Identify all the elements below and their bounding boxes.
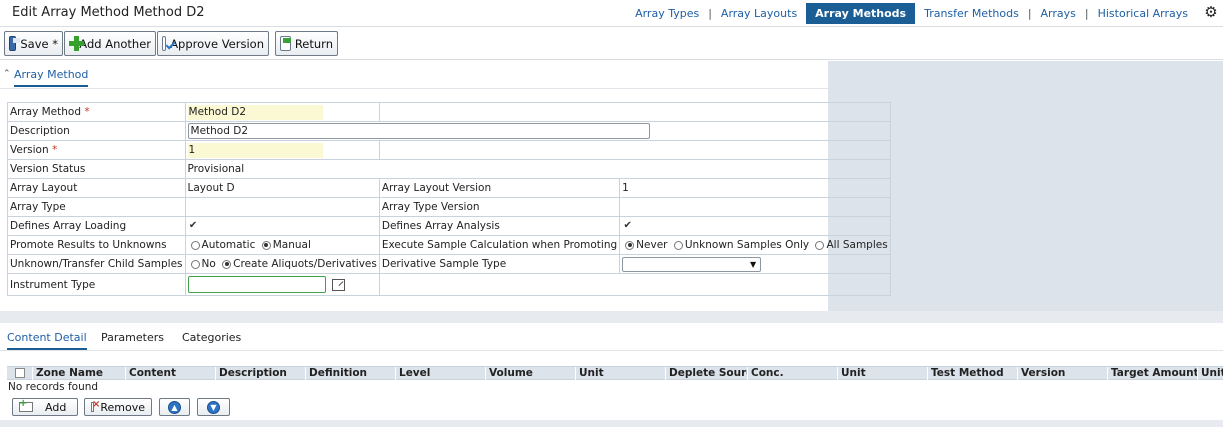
- section-header: ⌃ Array Method: [0, 61, 828, 89]
- col-zone-name[interactable]: Zone Name: [32, 367, 125, 380]
- col-volume[interactable]: Volume: [485, 367, 575, 380]
- collapse-icon[interactable]: ⌃: [3, 69, 11, 79]
- popout-icon[interactable]: [331, 278, 345, 291]
- derivative-type-select[interactable]: ▼: [622, 256, 762, 272]
- child-samples-label: Unknown/Transfer Child Samples: [7, 254, 186, 274]
- col-target-amount[interactable]: Target Amount: [1107, 367, 1197, 380]
- add-row-button[interactable]: Add: [12, 398, 78, 416]
- top-navigation: Array Types | Array Layouts Array Method…: [626, 3, 1197, 24]
- add-another-button[interactable]: Add Another: [64, 31, 156, 56]
- col-test-method[interactable]: Test Method: [927, 367, 1017, 380]
- nav-array-types[interactable]: Array Types: [626, 3, 708, 24]
- child-create-radio[interactable]: [222, 259, 232, 269]
- version-status-value: Provisional: [184, 159, 891, 179]
- array-layout-version-label: Array Layout Version: [378, 178, 621, 198]
- defines-loading-label: Defines Array Loading: [7, 216, 186, 236]
- page-title: Edit Array Method Method D2: [12, 5, 205, 20]
- tab-parameters[interactable]: Parameters: [101, 331, 164, 344]
- exec-never-radio[interactable]: [625, 240, 635, 250]
- plus-icon: [69, 36, 85, 51]
- exec-all-radio[interactable]: [815, 240, 825, 250]
- col-description[interactable]: Description: [215, 367, 305, 380]
- defines-analysis-checkbox[interactable]: ✔: [622, 220, 633, 232]
- version-status-label: Version Status: [7, 159, 186, 179]
- version-input[interactable]: 1: [187, 142, 323, 158]
- col-target-unit[interactable]: Unit: [1197, 367, 1223, 380]
- lower-tabs: Content Detail Parameters Categories: [0, 323, 1223, 351]
- tab-categories[interactable]: Categories: [182, 331, 241, 344]
- tab-content-detail[interactable]: Content Detail: [7, 331, 87, 350]
- exec-calc-label: Execute Sample Calculation when Promotin…: [378, 235, 621, 255]
- defines-loading-checkbox[interactable]: ✔: [188, 220, 199, 232]
- array-layout-label: Array Layout: [7, 178, 186, 198]
- grid-header: Zone Name Content Description Definition…: [7, 366, 1223, 380]
- array-method-label: Array Method *: [7, 102, 186, 122]
- nav-historical-arrays[interactable]: Historical Arrays: [1089, 3, 1197, 24]
- instrument-type-label: Instrument Type: [7, 273, 186, 296]
- toolbar: Save * Add Another Approve Version Retur…: [0, 27, 1223, 60]
- return-button[interactable]: Return: [275, 31, 338, 56]
- array-layout-value: Layout D: [184, 178, 380, 198]
- array-method-form: Array Method * Method D2 Description Met…: [7, 102, 891, 296]
- col-level[interactable]: Level: [395, 367, 485, 380]
- dropdown-arrow-icon: ▼: [750, 259, 757, 269]
- promote-automatic-radio[interactable]: [190, 240, 200, 250]
- derivative-type-label: Derivative Sample Type: [378, 254, 621, 274]
- col-content[interactable]: Content: [125, 367, 215, 380]
- save-icon: [9, 36, 21, 51]
- bottom-band: [0, 420, 1223, 427]
- add-row-icon: [19, 398, 33, 412]
- nav-array-methods[interactable]: Array Methods: [806, 3, 916, 24]
- col-unit[interactable]: Unit: [575, 367, 665, 380]
- exec-unknown-radio[interactable]: [673, 240, 683, 250]
- col-deplete-source[interactable]: Deplete Source: [665, 367, 747, 380]
- instrument-type-input[interactable]: [187, 276, 326, 293]
- approve-version-button[interactable]: Approve Version: [157, 31, 269, 56]
- array-method-input[interactable]: Method D2: [187, 104, 323, 120]
- divider-band: [0, 311, 1223, 323]
- gear-icon[interactable]: ⚙: [1203, 4, 1219, 20]
- array-layout-version-value: 1: [619, 178, 891, 198]
- move-up-button[interactable]: ▲: [159, 398, 190, 416]
- return-icon: [280, 36, 291, 51]
- defines-analysis-label: Defines Array Analysis: [378, 216, 621, 236]
- arrow-up-icon: ▲: [168, 400, 181, 414]
- header-bar: Edit Array Method Method D2 Array Types …: [0, 0, 1223, 27]
- remove-row-icon: [91, 399, 102, 412]
- select-all-checkbox[interactable]: [15, 368, 25, 378]
- approve-icon: [162, 36, 167, 51]
- save-button[interactable]: Save *: [4, 31, 63, 56]
- promote-label: Promote Results to Unknowns: [7, 235, 186, 255]
- array-type-version-value: [619, 197, 891, 217]
- section-tab-array-method[interactable]: Array Method: [14, 68, 89, 87]
- col-conc-unit[interactable]: Unit: [837, 367, 927, 380]
- promote-manual-radio[interactable]: [261, 240, 271, 250]
- array-type-label: Array Type: [7, 197, 186, 217]
- description-label: Description: [7, 121, 186, 141]
- child-no-radio[interactable]: [190, 259, 200, 269]
- version-label: Version *: [7, 140, 186, 160]
- array-type-version-label: Array Type Version: [378, 197, 621, 217]
- arrow-down-icon: ▼: [207, 400, 220, 414]
- array-type-value: [184, 197, 380, 217]
- col-definition[interactable]: Definition: [305, 367, 395, 380]
- col-version[interactable]: Version: [1017, 367, 1107, 380]
- move-down-button[interactable]: ▼: [197, 398, 230, 416]
- nav-transfer-methods[interactable]: Transfer Methods: [915, 3, 1028, 24]
- nav-arrays[interactable]: Arrays: [1032, 3, 1085, 24]
- description-input[interactable]: Method D2: [187, 123, 650, 139]
- nav-array-layouts[interactable]: Array Layouts: [712, 3, 806, 24]
- remove-row-button[interactable]: Remove: [84, 398, 152, 416]
- empty-grid-message: No records found: [8, 381, 99, 393]
- col-conc[interactable]: Conc.: [747, 367, 837, 380]
